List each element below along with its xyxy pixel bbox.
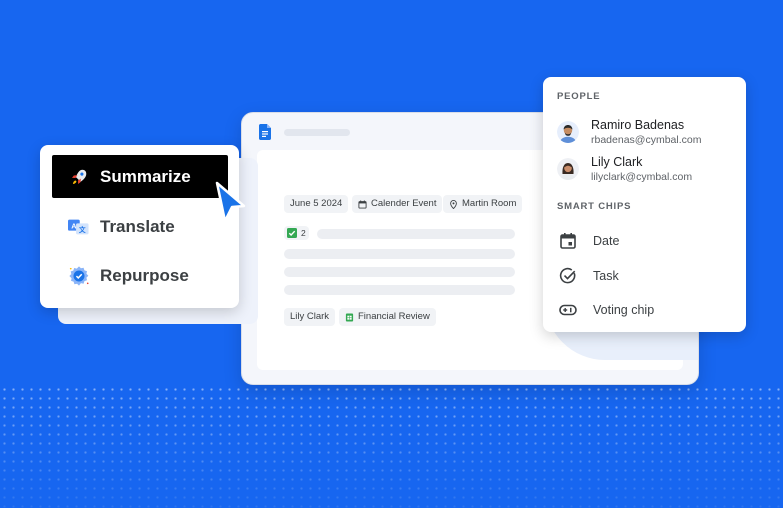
repurpose-label: Repurpose	[100, 265, 189, 285]
room-chip-label: Martin Room	[462, 198, 517, 209]
calendar-icon	[358, 199, 367, 209]
person-name: Ramiro Badenas	[591, 118, 685, 132]
avatar	[557, 121, 579, 143]
checklist-chip[interactable]: 2	[284, 226, 309, 240]
calendar-event-chip-label: Calender Event	[371, 198, 437, 209]
person-email: rbadenas@cymbal.com	[591, 134, 702, 146]
repurpose-icon	[68, 265, 90, 287]
sheets-icon	[345, 312, 354, 322]
location-pin-icon	[450, 199, 457, 209]
person-chip-label: Lily Clark	[290, 311, 330, 322]
summarize-menu-item[interactable]: Summarize	[52, 155, 228, 198]
document-title-placeholder	[284, 129, 350, 136]
smart-chip-voting-label: Voting chip	[593, 303, 655, 317]
room-chip[interactable]: Martin Room	[443, 195, 523, 213]
translate-label: Translate	[100, 216, 175, 236]
file-chip-label: Financial Review	[358, 311, 430, 322]
text-line	[284, 285, 515, 295]
rocket-icon	[68, 166, 90, 188]
date-chip[interactable]: June 5 2024	[284, 195, 349, 213]
smart-chip-voting[interactable]: Voting chip	[559, 298, 729, 322]
calendar-icon	[560, 233, 576, 249]
svg-text:文: 文	[79, 224, 86, 233]
person-item[interactable]: Lily Clark lilyclark@cymbal.com	[557, 155, 737, 187]
person-chip[interactable]: Lily Clark	[284, 308, 336, 326]
smart-chip-task-label: Task	[593, 269, 619, 283]
task-check-icon	[559, 267, 576, 284]
smart-chips-heading: SMART CHIPS	[557, 201, 632, 212]
date-chip-label: June 5 2024	[290, 198, 343, 209]
smart-chips-popover: PEOPLE Ramiro Badenas rbadenas@cymbal.co…	[543, 77, 746, 332]
voting-chip-icon	[559, 304, 577, 316]
smart-chip-date[interactable]: Date	[559, 229, 729, 253]
ai-action-menu: Summarize A 文 Translate Repurpose	[40, 145, 239, 308]
smart-chip-date-label: Date	[593, 234, 620, 248]
mouse-cursor-icon	[215, 181, 246, 223]
file-chip[interactable]: Financial Review	[339, 308, 436, 326]
people-heading: PEOPLE	[557, 91, 601, 102]
calendar-event-chip[interactable]: Calender Event	[352, 195, 443, 213]
text-line	[284, 267, 515, 277]
person-name: Lily Clark	[591, 155, 643, 169]
summarize-label: Summarize	[100, 166, 191, 186]
person-item[interactable]: Ramiro Badenas rbadenas@cymbal.com	[557, 118, 737, 150]
checkbox-icon	[287, 228, 297, 238]
avatar	[557, 158, 579, 180]
translate-icon: A 文	[68, 216, 90, 238]
person-email: lilyclark@cymbal.com	[591, 171, 693, 183]
text-line	[284, 249, 515, 259]
smart-chip-task[interactable]: Task	[559, 264, 729, 288]
translate-menu-item[interactable]: A 文 Translate	[52, 205, 228, 248]
dot-pattern	[0, 385, 783, 508]
repurpose-menu-item[interactable]: Repurpose	[52, 254, 228, 297]
checklist-count: 2	[301, 228, 306, 238]
text-line	[317, 229, 515, 239]
docs-icon	[259, 124, 271, 140]
